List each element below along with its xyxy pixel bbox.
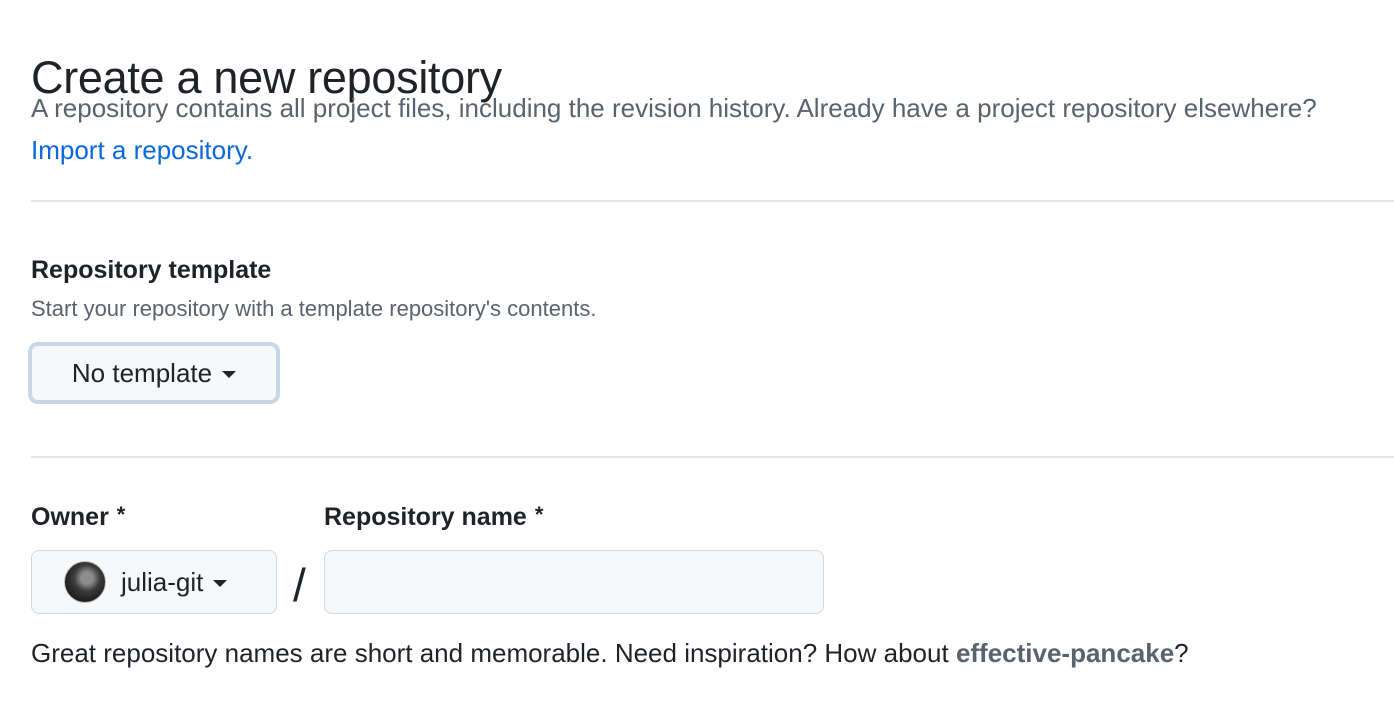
description-text: A repository contains all project files,… [31, 93, 1317, 123]
owner-name: julia-git [121, 566, 204, 597]
hint-suffix: ? [1174, 638, 1189, 668]
repository-name-hint: Great repository names are short and mem… [31, 638, 1189, 669]
divider [31, 200, 1394, 202]
template-heading: Repository template [31, 256, 272, 284]
repository-name-label: Repository name * [324, 502, 543, 532]
repository-name-input[interactable] [324, 550, 824, 614]
required-marker: * [116, 502, 126, 527]
suggested-name[interactable]: effective-pancake [956, 638, 1174, 668]
avatar [64, 561, 106, 603]
caret-down-icon [222, 371, 237, 378]
owner-label-text: Owner [31, 503, 109, 531]
template-description: Start your repository with a template re… [31, 296, 597, 321]
template-select-button[interactable]: No template [28, 342, 280, 404]
page-description: A repository contains all project files,… [31, 87, 1351, 171]
hint-text: Great repository names are short and mem… [31, 638, 949, 668]
caret-down-icon [213, 580, 228, 587]
divider [31, 456, 1394, 458]
template-button-label: No template [71, 357, 213, 388]
required-marker: * [534, 502, 544, 527]
repository-name-label-text: Repository name [324, 503, 527, 531]
owner-label: Owner * [31, 502, 125, 532]
owner-select-button[interactable]: julia-git [31, 550, 277, 614]
owner-repo-separator: / [293, 559, 306, 611]
import-repository-link[interactable]: Import a repository. [31, 135, 253, 165]
